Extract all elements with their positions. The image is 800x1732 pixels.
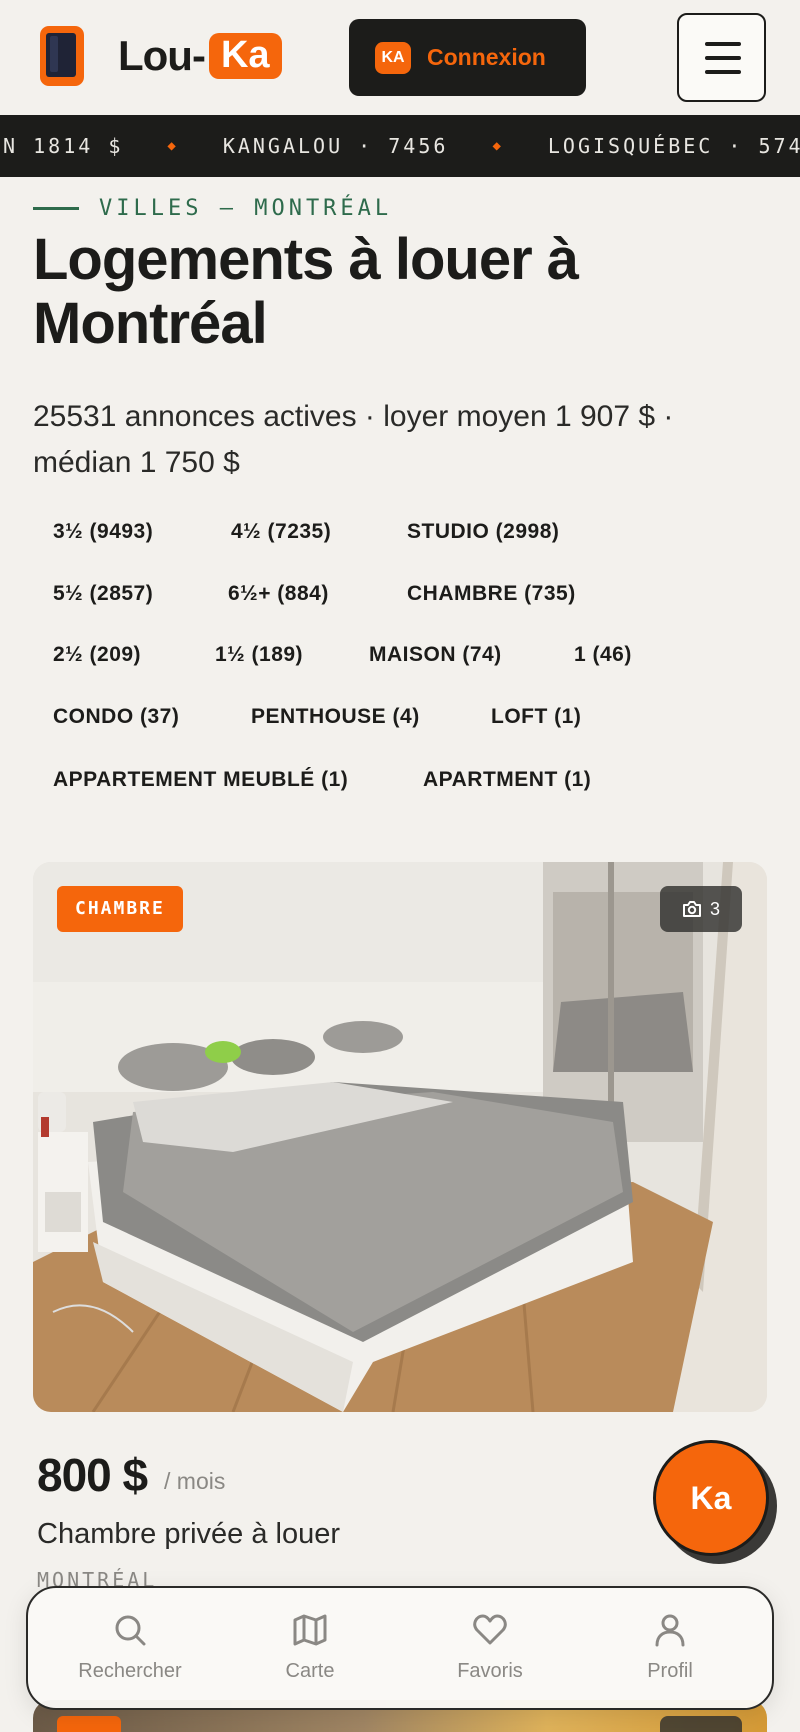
ticker-item: LOGISQUÉBEC · 574 [547,134,800,158]
ka-assistant-button[interactable]: Ka [653,1440,769,1556]
nav-label: Favoris [457,1660,523,1682]
filter-chip[interactable]: 5½ (2857) [53,582,153,606]
nav-item-search[interactable]: Rechercher [40,1588,220,1708]
page-title: Logements à louer à Montréal [33,227,579,356]
photo-count-value: 3 [709,898,720,919]
listing-photo[interactable]: CHAMBRE 3 [33,862,767,1412]
filter-chip[interactable]: APPARTEMENT MEUBLÉ (1) [53,768,348,792]
menu-button[interactable] [677,13,766,102]
login-button[interactable]: KA Connexion [349,19,586,96]
next-photo-count-badge [660,1716,742,1732]
map-icon [293,1614,327,1646]
logo-text-lou: Lou- [118,32,206,79]
nav-label: Rechercher [78,1660,182,1682]
nav-label: Profil [647,1660,693,1682]
diamond-separator-icon: ◆ [492,138,504,154]
nav-item-profile[interactable]: Profil [580,1588,760,1708]
filter-chip[interactable]: MAISON (74) [369,643,502,667]
filter-chip[interactable]: APARTMENT (1) [423,768,591,792]
listing-summary: 25531 annonces actives · loyer moyen 1 9… [33,400,674,479]
section-eyebrow: VILLES — MONTRÉAL [33,196,392,221]
ka-badge-icon: KA [375,41,411,74]
user-icon [655,1614,685,1647]
ticker-item: KANGALOU · 7456 [222,134,449,158]
filter-chip[interactable]: LOFT (1) [491,705,581,729]
bottom-navigation: Rechercher Carte Favoris Profil [26,1586,774,1710]
hamburger-icon-line [705,56,741,60]
eyebrow-rule [33,207,79,210]
next-listing-type-badge [57,1716,121,1732]
listing-type-badge: CHAMBRE [57,886,183,932]
filter-chip[interactable]: 6½+ (884) [228,582,329,606]
filter-chip[interactable]: STUDIO (2998) [407,520,559,544]
filter-chip[interactable]: CONDO (37) [53,705,179,729]
price-period: / mois [164,1468,226,1494]
listing-price: 800 $ [37,1449,148,1501]
filter-chip[interactable]: 2½ (209) [53,643,141,667]
hamburger-icon-line [705,70,741,74]
filter-chip[interactable]: 4½ (7235) [231,520,331,544]
hamburger-icon [705,42,741,46]
camera-icon [682,901,701,917]
heart-icon [473,1614,507,1645]
filter-chip[interactable]: 1½ (189) [215,643,303,667]
nav-label: Carte [285,1660,335,1682]
door-logo-icon [40,26,84,86]
diamond-separator-icon: ◆ [167,138,179,154]
login-label: Connexion [427,44,546,70]
eyebrow-label: VILLES — MONTRÉAL [99,196,393,221]
listing-title[interactable]: Chambre privée à louer [37,1518,340,1551]
filter-chip[interactable]: CHAMBRE (735) [407,582,576,606]
filter-chip[interactable]: 3½ (9493) [53,520,153,544]
search-icon [115,1615,146,1646]
logo-text-ka: Ka [208,33,282,79]
bedroom-photo-image [33,862,767,1412]
site-logo[interactable]: Lou- Ka [40,26,282,86]
top-header: Lou- Ka KA Connexion [0,0,800,114]
photo-count-badge: 3 [660,886,742,932]
ticker-item: EN 1814 $ [0,134,124,158]
nav-item-map[interactable]: Carte [220,1588,400,1708]
stats-ticker: EN 1814 $ ◆ KANGALOU · 7456 ◆ LOGISQUÉBE… [0,115,800,177]
nav-item-favorites[interactable]: Favoris [400,1588,580,1708]
filter-chip[interactable]: PENTHOUSE (4) [251,705,420,729]
filter-chip[interactable]: 1 (46) [574,643,632,667]
